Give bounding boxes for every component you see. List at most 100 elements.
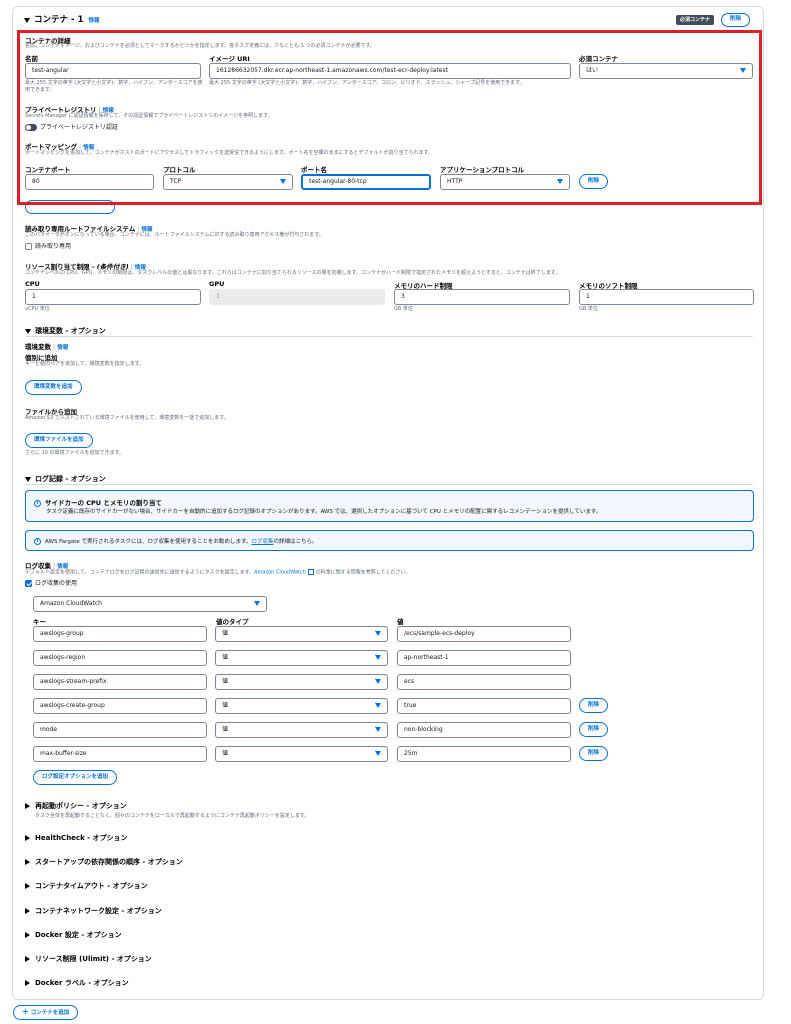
section-startup-dependency[interactable]: スタートアップの依存関係の順序 - オプション: [25, 857, 183, 867]
info-link[interactable]: 情報: [88, 18, 99, 24]
use-log-collection-checkbox[interactable]: ログ収集の使用: [25, 578, 77, 587]
app-protocol-select[interactable]: HTTP: [440, 174, 570, 190]
name-hint: 最大 255 文字の英字 (大文字と小文字)、数字、ハイフン、アンダースコアを使…: [25, 80, 203, 93]
section-docker-settings[interactable]: Docker 設定 - オプション: [25, 930, 122, 940]
sidecar-title-row: i サイドカーの CPU とメモリの割り当て: [34, 497, 162, 507]
sidecar-desc: タスク定義に既存のサイドカーがない場合、サイドカーを自動的に追加するログ記録のオ…: [46, 509, 602, 515]
log-value-input[interactable]: ecs: [397, 674, 571, 690]
info-icon: i: [34, 499, 41, 507]
logging-section-toggle[interactable]: ログ記録 - オプション: [25, 474, 106, 484]
log-key-input[interactable]: awslogs-stream-prefix: [33, 674, 207, 690]
divider: [25, 484, 753, 485]
section-container-network[interactable]: コンテナネットワーク設定 - オプション: [25, 906, 162, 916]
log-key-input[interactable]: awslogs-region: [33, 650, 207, 666]
checkbox-checked[interactable]: [25, 580, 32, 587]
info-link[interactable]: 情報: [57, 345, 68, 351]
section-ulimit[interactable]: リソース制限 (Ulimit) - オプション: [25, 954, 152, 964]
caret-right-icon: [25, 803, 30, 809]
env-file-limit: さらに 10 の環境ファイルを追加できます。: [25, 450, 125, 456]
delete-container-button[interactable]: 削除: [721, 13, 751, 27]
add-log-option-button[interactable]: ログ設定オプションを追加: [33, 770, 118, 785]
image-uri-input[interactable]: 161286632057.dkr.ecr.ap-northeast-1.amaz…: [209, 63, 571, 79]
name-input[interactable]: test-angular: [25, 63, 201, 79]
protocol-select[interactable]: TCP: [163, 174, 293, 190]
log-key-input[interactable]: awslogs-group: [33, 626, 207, 642]
port-name-input[interactable]: test-angular-80-tcp: [301, 174, 431, 190]
log-value-input[interactable]: true: [397, 698, 571, 714]
log-value-input[interactable]: non-blocking: [397, 722, 571, 738]
log-type-select[interactable]: 値: [215, 698, 388, 714]
env-file-desc: Amazon S3 でホストされている環境ファイルを使用して、環境変数を一括で追…: [25, 415, 229, 421]
readonly-desc: このパラメータがオンになっている場合、コンテナには、ルートファイルシステムに対す…: [25, 232, 324, 238]
log-type-select[interactable]: 値: [215, 746, 388, 762]
caret-right-icon: [25, 908, 30, 914]
add-container-button[interactable]: + コンテナを追加: [13, 1005, 79, 1020]
image-label: イメージ URI: [209, 55, 250, 63]
caret-down-icon: [24, 17, 30, 23]
delete-log-option-button[interactable]: 削除: [579, 698, 609, 713]
container-header[interactable]: コンテナ - 1 情報: [24, 13, 99, 25]
section-healthcheck[interactable]: HealthCheck - オプション: [25, 833, 128, 843]
dropdown-caret-icon: [280, 179, 286, 184]
caret-right-icon: [25, 932, 30, 938]
log-type-select[interactable]: 値: [215, 722, 388, 738]
readonly-checkbox[interactable]: 読み取り専用: [25, 241, 71, 250]
log-value-input[interactable]: ap-northeast-1: [397, 650, 571, 666]
section-container-timeout[interactable]: コンテナタイムアウト - オプション: [25, 881, 148, 891]
essential-select[interactable]: はい: [579, 63, 753, 79]
delete-port-button[interactable]: 削除: [579, 174, 609, 189]
log-key-input[interactable]: awslogs-create-group: [33, 698, 207, 714]
external-link-icon: [307, 569, 314, 575]
log-type-select[interactable]: 値: [215, 626, 388, 642]
log-value-input[interactable]: 25m: [397, 746, 571, 762]
log-type-select[interactable]: 値: [215, 674, 388, 690]
env-header: 環境変数 | 情報: [25, 343, 69, 351]
gpu-input: 1: [209, 289, 385, 305]
checkbox[interactable]: [25, 243, 32, 250]
caret-right-icon: [25, 835, 30, 841]
dropdown-caret-icon: [740, 68, 746, 73]
cpu-input[interactable]: 1: [25, 289, 201, 305]
add-port-mapping-button[interactable]: [25, 200, 115, 214]
sidecar-info-box: i サイドカーの CPU とメモリの割り当て タスク定義に既存のサイドカーがない場…: [25, 490, 754, 522]
details-desc: 名前、コンテナイメージ、およびコンテナを必須としてマークするかどうかを指定します…: [25, 43, 375, 49]
delete-log-option-button[interactable]: 削除: [579, 722, 609, 737]
add-env-button[interactable]: 環境変数を追加: [25, 380, 82, 395]
cpu-unit: vCPU 単位: [25, 306, 50, 312]
col-value-label: 値: [397, 618, 404, 626]
info-icon: i: [34, 538, 41, 545]
log-type-select[interactable]: 値: [215, 650, 388, 666]
container-port-label: コンテナポート: [25, 166, 71, 174]
log-key-input[interactable]: max-buffer-size: [33, 746, 207, 762]
dropdown-caret-icon: [557, 179, 563, 184]
plus-icon: +: [22, 1007, 29, 1016]
image-hint: 最大 255 文字の英字 (大文字と小文字)、数字、ハイフン、アンダースコア、コ…: [209, 80, 525, 86]
log-collection-link[interactable]: ログ収集: [251, 539, 273, 545]
add-env-file-button[interactable]: 環境ファイルを追加: [25, 433, 93, 448]
app-protocol-label: アプリケーションプロトコル: [440, 166, 525, 174]
section-restart-policy[interactable]: 再起動ポリシー - オプション タスク全体を再起動することなく、個々のコンテナをロ…: [25, 801, 309, 819]
private-registry-toggle[interactable]: プライベートレジストリ認証: [25, 122, 118, 131]
soft-limit-input[interactable]: 1: [579, 289, 754, 305]
cloudwatch-link[interactable]: Amazon CloudWatch: [254, 570, 306, 576]
log-destination-select[interactable]: Amazon CloudWatch: [33, 596, 267, 612]
caret-down-icon: [25, 476, 31, 482]
dropdown-caret-icon: [254, 601, 260, 606]
dropdown-caret-icon: [375, 751, 381, 756]
private-registry-desc: Secrets Manager に認証情報を保存して、その認証情報でプライベート…: [25, 113, 273, 119]
toggle-switch[interactable]: [25, 124, 37, 131]
hard-limit-input[interactable]: 3: [394, 289, 570, 305]
dropdown-caret-icon: [375, 631, 381, 636]
col-key-label: キー: [33, 618, 46, 626]
log-value-input[interactable]: /ecs/sample-ecs-deploy: [397, 626, 571, 642]
name-label: 名前: [25, 55, 38, 63]
port-name-label: ポート名: [301, 166, 327, 174]
delete-log-option-button[interactable]: 削除: [579, 746, 609, 761]
caret-down-icon: [25, 328, 31, 334]
env-section-toggle[interactable]: 環境変数 - オプション: [25, 326, 106, 336]
hard-limit-unit: GB 単位: [394, 306, 413, 312]
log-key-input[interactable]: mode: [33, 722, 207, 738]
fargate-info-box: i AWS Fargate で実行されるタスクには、ログ収集を使用することをお勧め…: [25, 530, 754, 551]
section-docker-labels[interactable]: Docker ラベル - オプション: [25, 978, 129, 988]
container-port-input[interactable]: 80: [25, 174, 154, 190]
